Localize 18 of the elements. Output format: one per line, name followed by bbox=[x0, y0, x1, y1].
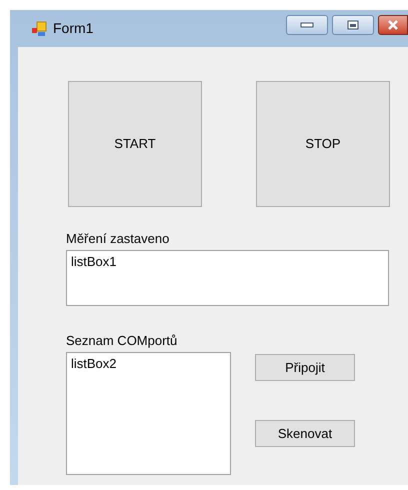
close-button[interactable] bbox=[378, 14, 408, 34]
restore-icon bbox=[347, 20, 359, 30]
minimize-button[interactable] bbox=[286, 14, 328, 34]
window-title: Form1 bbox=[53, 19, 94, 38]
list-box[interactable]: listBox2 bbox=[66, 352, 231, 475]
form-button[interactable]: Skenovat bbox=[255, 420, 355, 447]
comports-label: Seznam COMportů bbox=[66, 333, 178, 349]
maximize-button[interactable] bbox=[332, 14, 374, 34]
app-icon bbox=[31, 20, 47, 36]
minimize-icon bbox=[300, 22, 314, 28]
form-button[interactable]: START bbox=[68, 81, 202, 207]
list-item[interactable]: listBox2 bbox=[71, 356, 226, 371]
form-button[interactable]: STOP bbox=[256, 81, 390, 207]
list-box[interactable]: listBox1 bbox=[66, 250, 389, 306]
close-icon bbox=[387, 20, 399, 30]
list-item[interactable]: listBox1 bbox=[71, 254, 384, 269]
form-button[interactable]: Připojit bbox=[255, 354, 355, 381]
status-label: Měření zastaveno bbox=[66, 231, 170, 247]
